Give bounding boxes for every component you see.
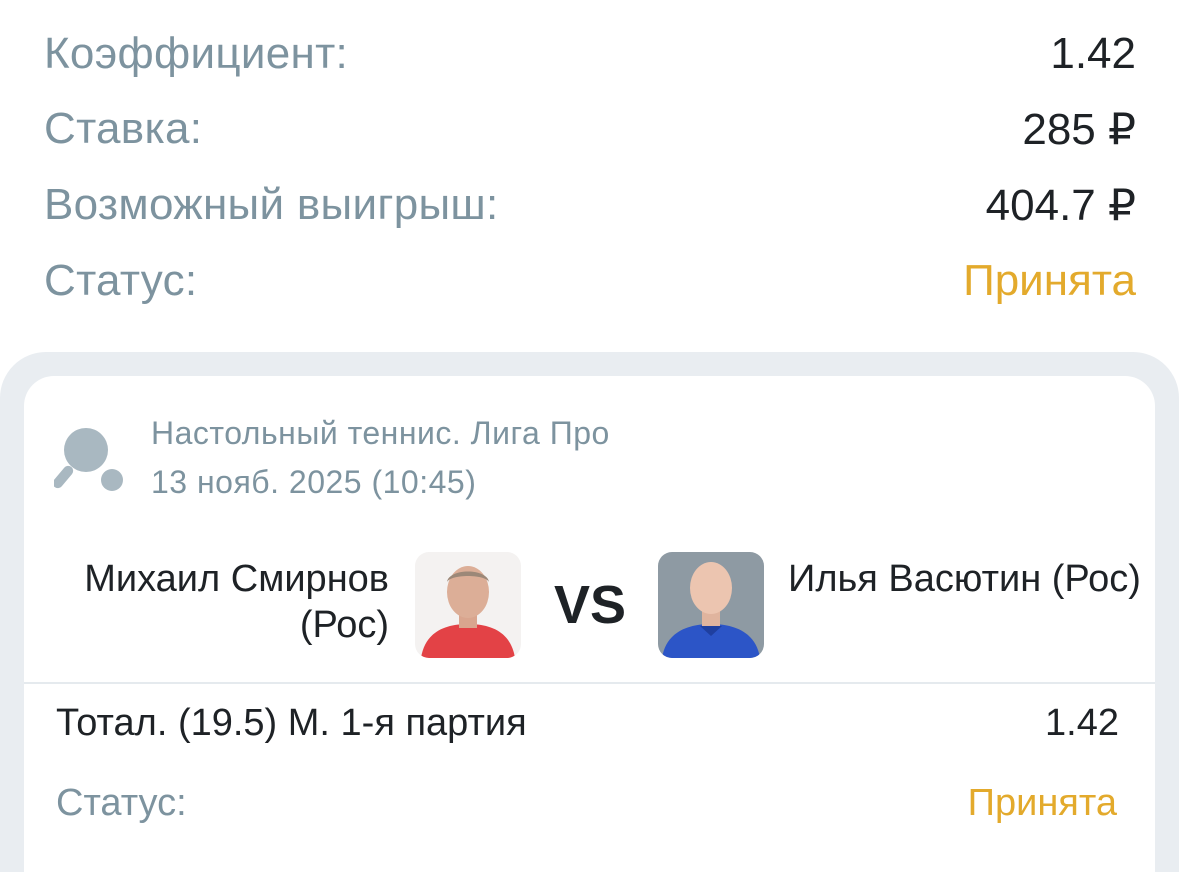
bet-odds: 1.42: [1045, 702, 1119, 744]
table-tennis-icon: [54, 428, 123, 491]
status-badge: Принята: [963, 256, 1136, 305]
league-name: Настольный теннис. Лига Про: [151, 415, 610, 451]
bet-status-label: Статус:: [56, 782, 187, 824]
player1-avatar: [415, 552, 521, 658]
summary-row-stake: Ставка: 285 ₽: [44, 99, 1136, 159]
status-label: Статус:: [44, 256, 198, 305]
player1-name: Михаил Смирнов (Рос): [84, 558, 389, 646]
bet-market: Тотал. (19.5) М. 1-я партия: [56, 702, 527, 744]
stake-label: Ставка:: [44, 104, 203, 153]
player2-name: Илья Васютин (Рос): [788, 558, 1141, 600]
summary-row-status: Статус: Принята: [44, 251, 1136, 311]
bet-status-badge: Принята: [967, 782, 1117, 824]
card-divider: [24, 682, 1155, 684]
odds-label: Коэффициент:: [44, 29, 349, 78]
player2-avatar: [658, 552, 764, 658]
odds-value: 1.42: [1050, 29, 1136, 78]
payout-label: Возможный выигрыш:: [44, 180, 499, 229]
event-datetime: 13 нояб. 2025 (10:45): [151, 464, 477, 500]
versus-label: VS: [553, 575, 627, 635]
summary-row-payout: Возможный выигрыш: 404.7 ₽: [44, 175, 1136, 235]
stake-value: 285 ₽: [1022, 104, 1136, 154]
summary-row-odds: Коэффициент: 1.42: [44, 24, 1136, 84]
payout-value: 404.7 ₽: [985, 180, 1136, 230]
